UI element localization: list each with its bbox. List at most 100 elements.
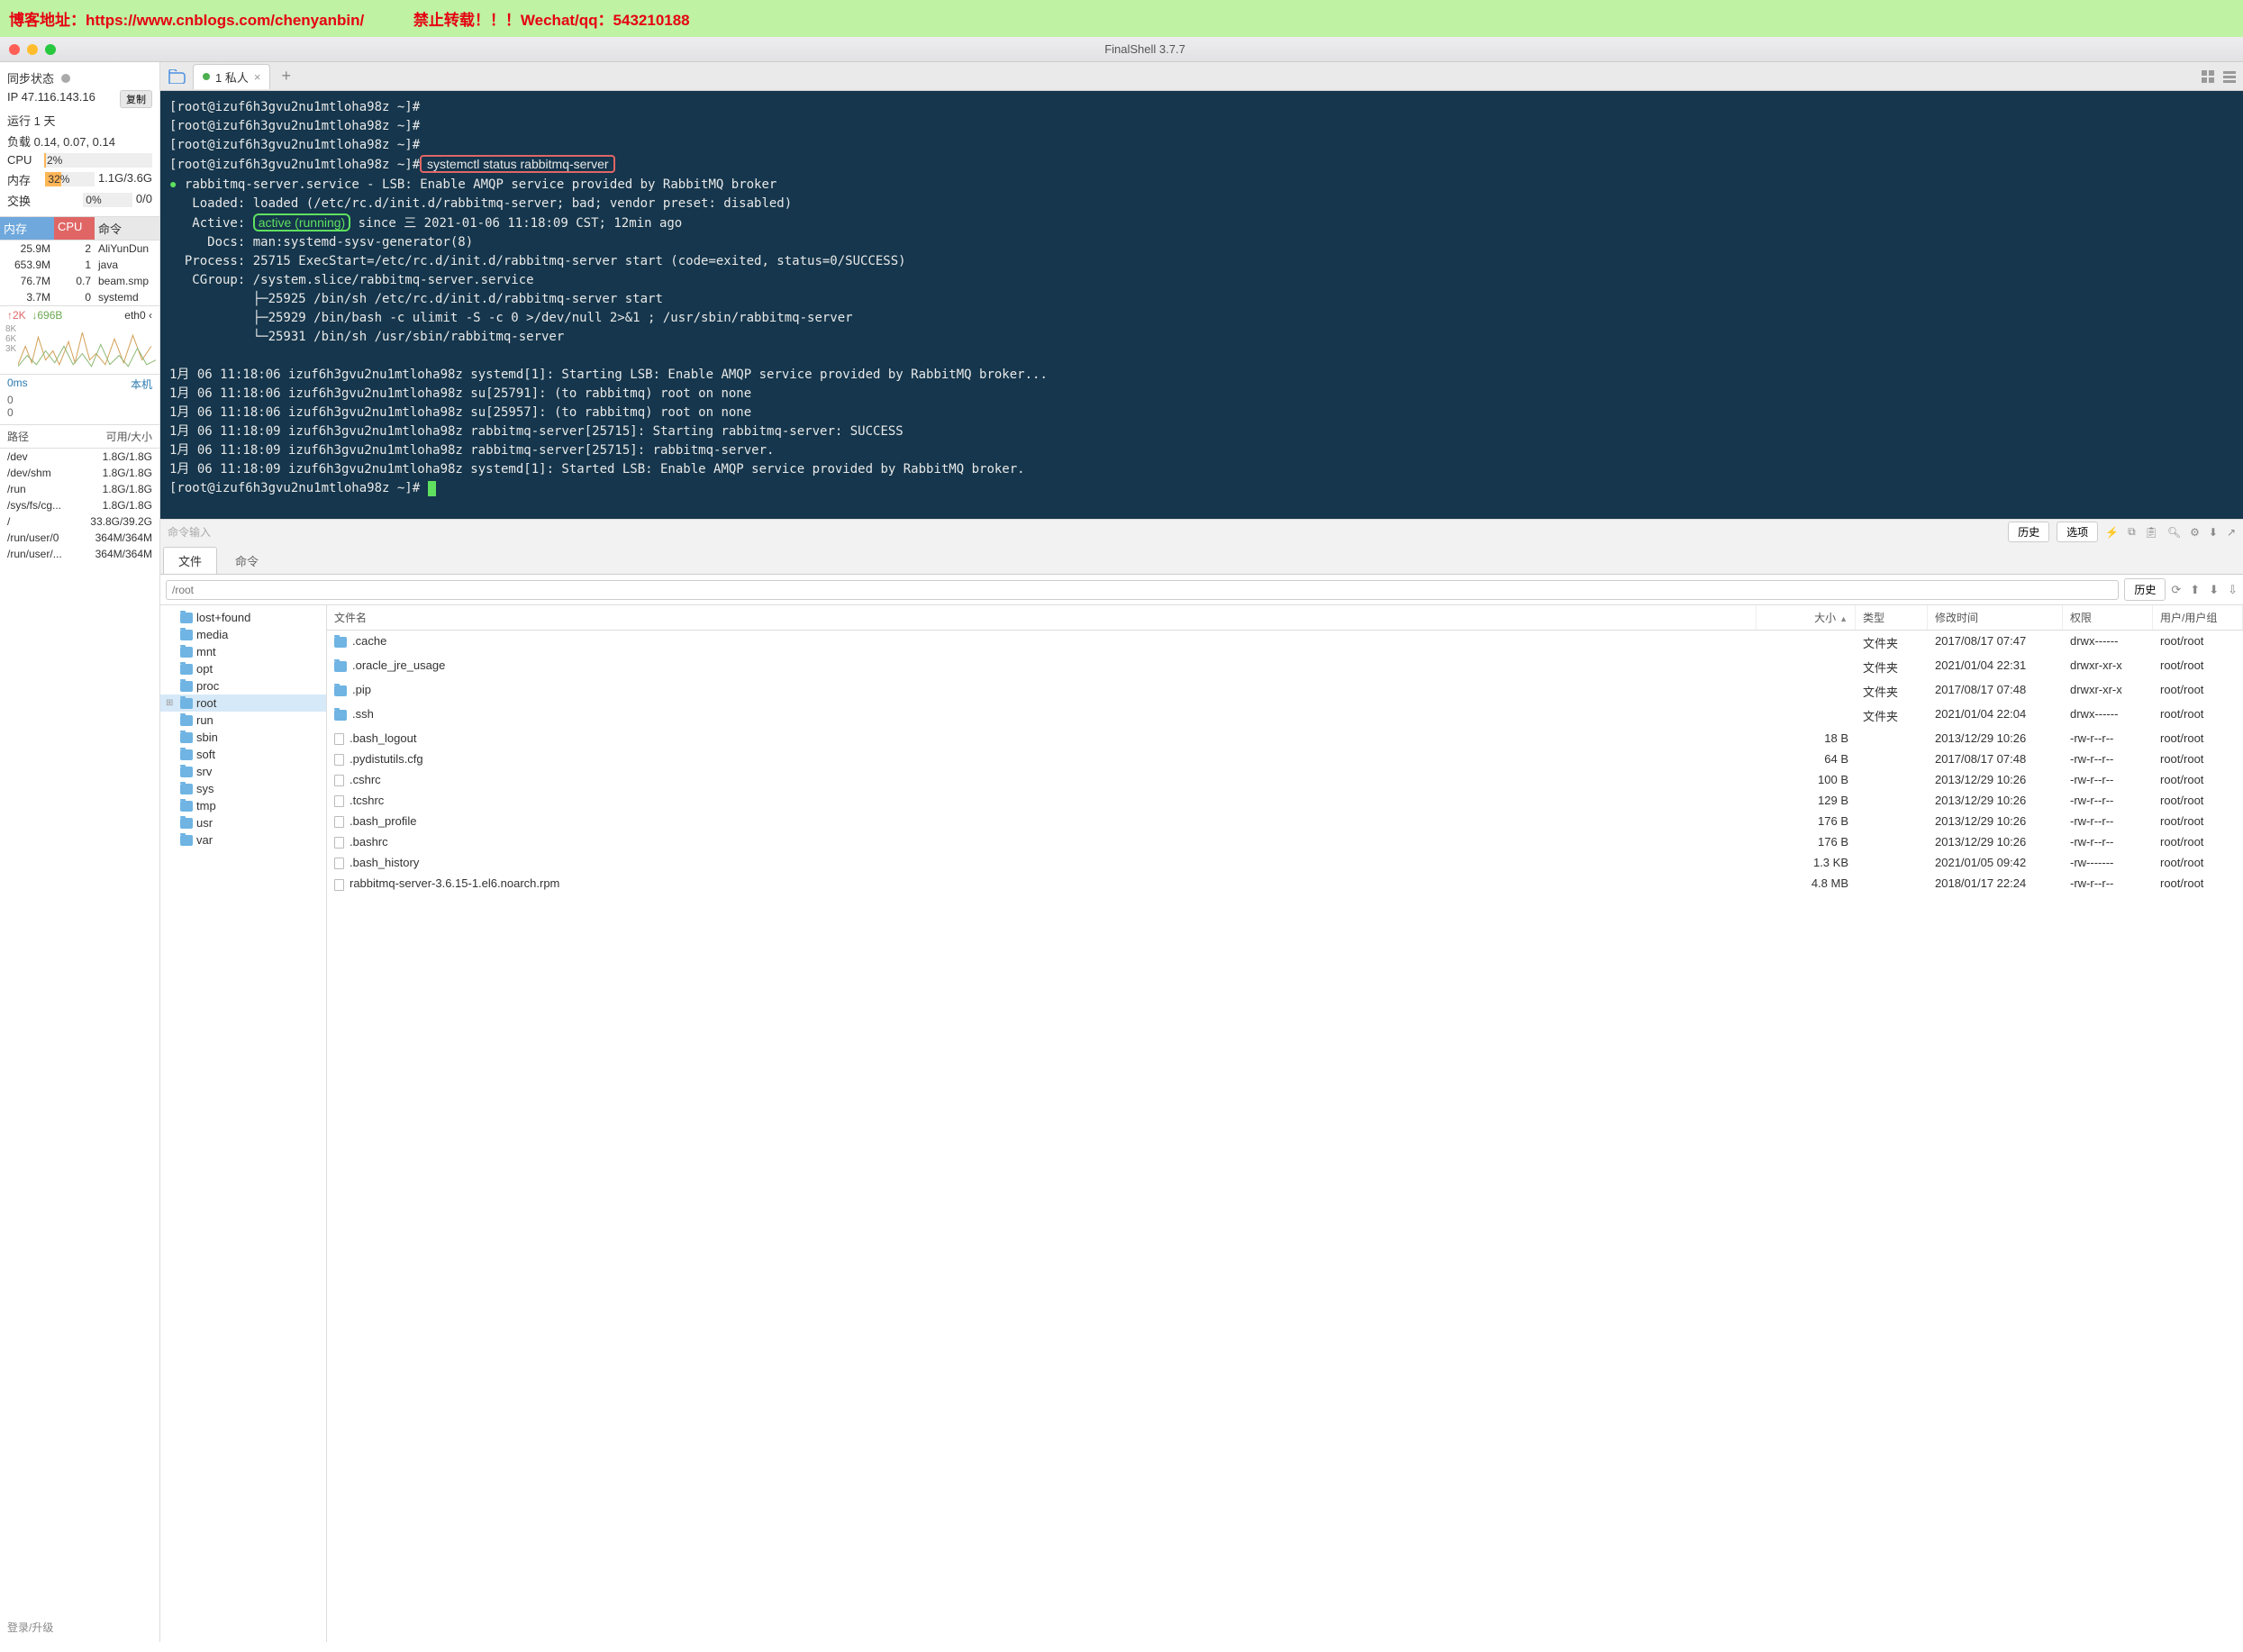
folder-icon <box>180 647 193 658</box>
swap-value: 0% <box>83 194 104 206</box>
tree-item[interactable]: media <box>160 626 326 643</box>
net-iface[interactable]: eth0 <box>124 309 145 322</box>
folder-tree[interactable]: lost+foundmediamntoptproc⊞rootrunsbinsof… <box>160 605 327 1642</box>
commands-tab[interactable]: 命令 <box>220 547 274 574</box>
refresh-icon[interactable]: ⟳ <box>2171 583 2181 597</box>
connection-status-dot <box>203 73 210 80</box>
folder-icon <box>334 661 347 672</box>
file-row[interactable]: .cshrc100 B2013/12/29 10:26-rw-r--r--roo… <box>327 769 2243 790</box>
file-row[interactable]: .oracle_jre_usage文件夹2021/01/04 22:31drwx… <box>327 655 2243 679</box>
tree-item[interactable]: ⊞root <box>160 694 326 712</box>
folder-icon <box>180 835 193 846</box>
folder-icon <box>334 685 347 696</box>
search-icon[interactable]: 🔍︎ <box>2167 526 2181 539</box>
login-upgrade-link[interactable]: 登录/升级 <box>0 1612 159 1642</box>
process-row[interactable]: 653.9M1java <box>0 257 159 273</box>
folder-icon <box>180 732 193 743</box>
disk-row[interactable]: /sys/fs/cg...1.8G/1.8G <box>0 497 159 513</box>
disk-row[interactable]: /33.8G/39.2G <box>0 513 159 530</box>
tree-item[interactable]: usr <box>160 814 326 831</box>
file-row[interactable]: .ssh文件夹2021/01/04 22:04drwx------root/ro… <box>327 703 2243 728</box>
file-icon <box>334 754 344 766</box>
tree-item[interactable]: var <box>160 831 326 849</box>
tree-item[interactable]: sys <box>160 780 326 797</box>
load-label: 负载 0.14, 0.07, 0.14 <box>7 132 115 150</box>
bolt-icon[interactable]: ⚡ <box>2105 526 2119 539</box>
path-input[interactable] <box>166 580 2119 600</box>
minimize-window-button[interactable] <box>27 44 38 55</box>
swap-detail: 0/0 <box>136 192 152 205</box>
copy-icon[interactable]: ⧉ <box>2128 525 2136 539</box>
tree-item[interactable]: soft <box>160 746 326 763</box>
file-row[interactable]: .pip文件夹2017/08/17 07:48drwxr-xr-xroot/ro… <box>327 679 2243 703</box>
file-row[interactable]: .bash_history1.3 KB2021/01/05 09:42-rw--… <box>327 852 2243 873</box>
tree-item[interactable]: sbin <box>160 729 326 746</box>
watermark-banner: 博客地址：https://www.cnblogs.com/chenyanbin/… <box>0 0 2243 37</box>
file-icon <box>334 733 344 745</box>
iface-arrow-icon[interactable]: ‹ <box>149 309 152 322</box>
file-row[interactable]: rabbitmq-server-3.6.15-1.el6.noarch.rpm4… <box>327 873 2243 894</box>
process-row[interactable]: 76.7M0.7beam.smp <box>0 273 159 289</box>
file-list[interactable]: 文件名 大小▲ 类型 修改时间 权限 用户/用户组 .cache文件夹2017/… <box>327 605 2243 1642</box>
disk-row[interactable]: /run1.8G/1.8G <box>0 481 159 497</box>
path-history-button[interactable]: 历史 <box>2124 578 2166 601</box>
history-button[interactable]: 历史 <box>2008 522 2049 542</box>
process-row[interactable]: 25.9M2AliYunDun <box>0 241 159 257</box>
download-file-icon[interactable]: ⬇ <box>2209 583 2219 597</box>
disk-row[interactable]: /dev/shm1.8G/1.8G <box>0 465 159 481</box>
paste-icon[interactable]: 📋︎ <box>2145 526 2158 539</box>
process-row[interactable]: 3.7M0systemd <box>0 289 159 305</box>
close-tab-icon[interactable]: × <box>254 70 261 84</box>
home-icon[interactable] <box>166 67 189 86</box>
folder-icon <box>180 613 193 623</box>
command-input[interactable]: 命令输入 <box>168 524 2001 540</box>
folder-icon <box>180 801 193 812</box>
disk-row[interactable]: /run/user/0364M/364M <box>0 530 159 546</box>
file-row[interactable]: .bash_logout18 B2013/12/29 10:26-rw-r--r… <box>327 728 2243 749</box>
file-icon <box>334 879 344 891</box>
maximize-window-button[interactable] <box>45 44 56 55</box>
copy-ip-button[interactable]: 复制 <box>120 90 152 108</box>
tree-item[interactable]: tmp <box>160 797 326 814</box>
session-tab[interactable]: 1 私人 × <box>193 64 270 89</box>
sync-status-label: 同步状态 <box>7 72 54 86</box>
options-button[interactable]: 选项 <box>2057 522 2098 542</box>
cpu-value: 2% <box>44 154 65 167</box>
settings-icon[interactable]: ⚙ <box>2190 526 2200 539</box>
download2-icon[interactable]: ⇩ <box>2228 583 2238 597</box>
files-tab[interactable]: 文件 <box>163 547 217 574</box>
tree-item[interactable]: srv <box>160 763 326 780</box>
file-list-header: 文件名 大小▲ 类型 修改时间 权限 用户/用户组 <box>327 605 2243 631</box>
disk-list: /dev1.8G/1.8G/dev/shm1.8G/1.8G/run1.8G/1… <box>0 449 159 562</box>
add-tab-button[interactable]: + <box>274 67 298 86</box>
file-icon <box>334 837 344 849</box>
sync-status-dot <box>61 74 70 83</box>
command-bar: 命令输入 历史 选项 ⚡ ⧉ 📋︎ 🔍︎ ⚙ ⬇ ↗ <box>160 519 2243 544</box>
file-row[interactable]: .bashrc176 B2013/12/29 10:26-rw-r--r--ro… <box>327 831 2243 852</box>
list-view-icon[interactable] <box>2221 68 2238 85</box>
grid-view-icon[interactable] <box>2200 68 2216 85</box>
file-row[interactable]: .cache文件夹2017/08/17 07:47drwx------root/… <box>327 631 2243 655</box>
bottom-tabbar: 文件 命令 <box>160 544 2243 575</box>
close-window-button[interactable] <box>9 44 20 55</box>
expand-icon[interactable]: ⊞ <box>166 698 173 708</box>
file-row[interactable]: .pydistutils.cfg64 B2017/08/17 07:48-rw-… <box>327 749 2243 769</box>
terminal[interactable]: [root@izuf6h3gvu2nu1mtloha98z ~]# [root@… <box>160 91 2243 519</box>
tree-item[interactable]: lost+found <box>160 609 326 626</box>
process-header: 内存 CPU 命令 <box>0 216 159 241</box>
tree-item[interactable]: proc <box>160 677 326 694</box>
external-icon[interactable]: ↗ <box>2227 526 2236 539</box>
upload-icon[interactable]: ⬆ <box>2190 583 2200 597</box>
download-icon[interactable]: ⬇ <box>2209 526 2218 539</box>
tree-item[interactable]: mnt <box>160 643 326 660</box>
disk-row[interactable]: /run/user/...364M/364M <box>0 546 159 562</box>
window-title: FinalShell 3.7.7 <box>56 42 2234 56</box>
process-list: 25.9M2AliYunDun653.9M1java76.7M0.7beam.s… <box>0 241 159 305</box>
latency-row: 0ms 本机 <box>0 374 159 394</box>
file-row[interactable]: .bash_profile176 B2013/12/29 10:26-rw-r-… <box>327 811 2243 831</box>
disk-row[interactable]: /dev1.8G/1.8G <box>0 449 159 465</box>
file-row[interactable]: .tcshrc129 B2013/12/29 10:26-rw-r--r--ro… <box>327 790 2243 811</box>
folder-icon <box>180 767 193 777</box>
tree-item[interactable]: opt <box>160 660 326 677</box>
tree-item[interactable]: run <box>160 712 326 729</box>
